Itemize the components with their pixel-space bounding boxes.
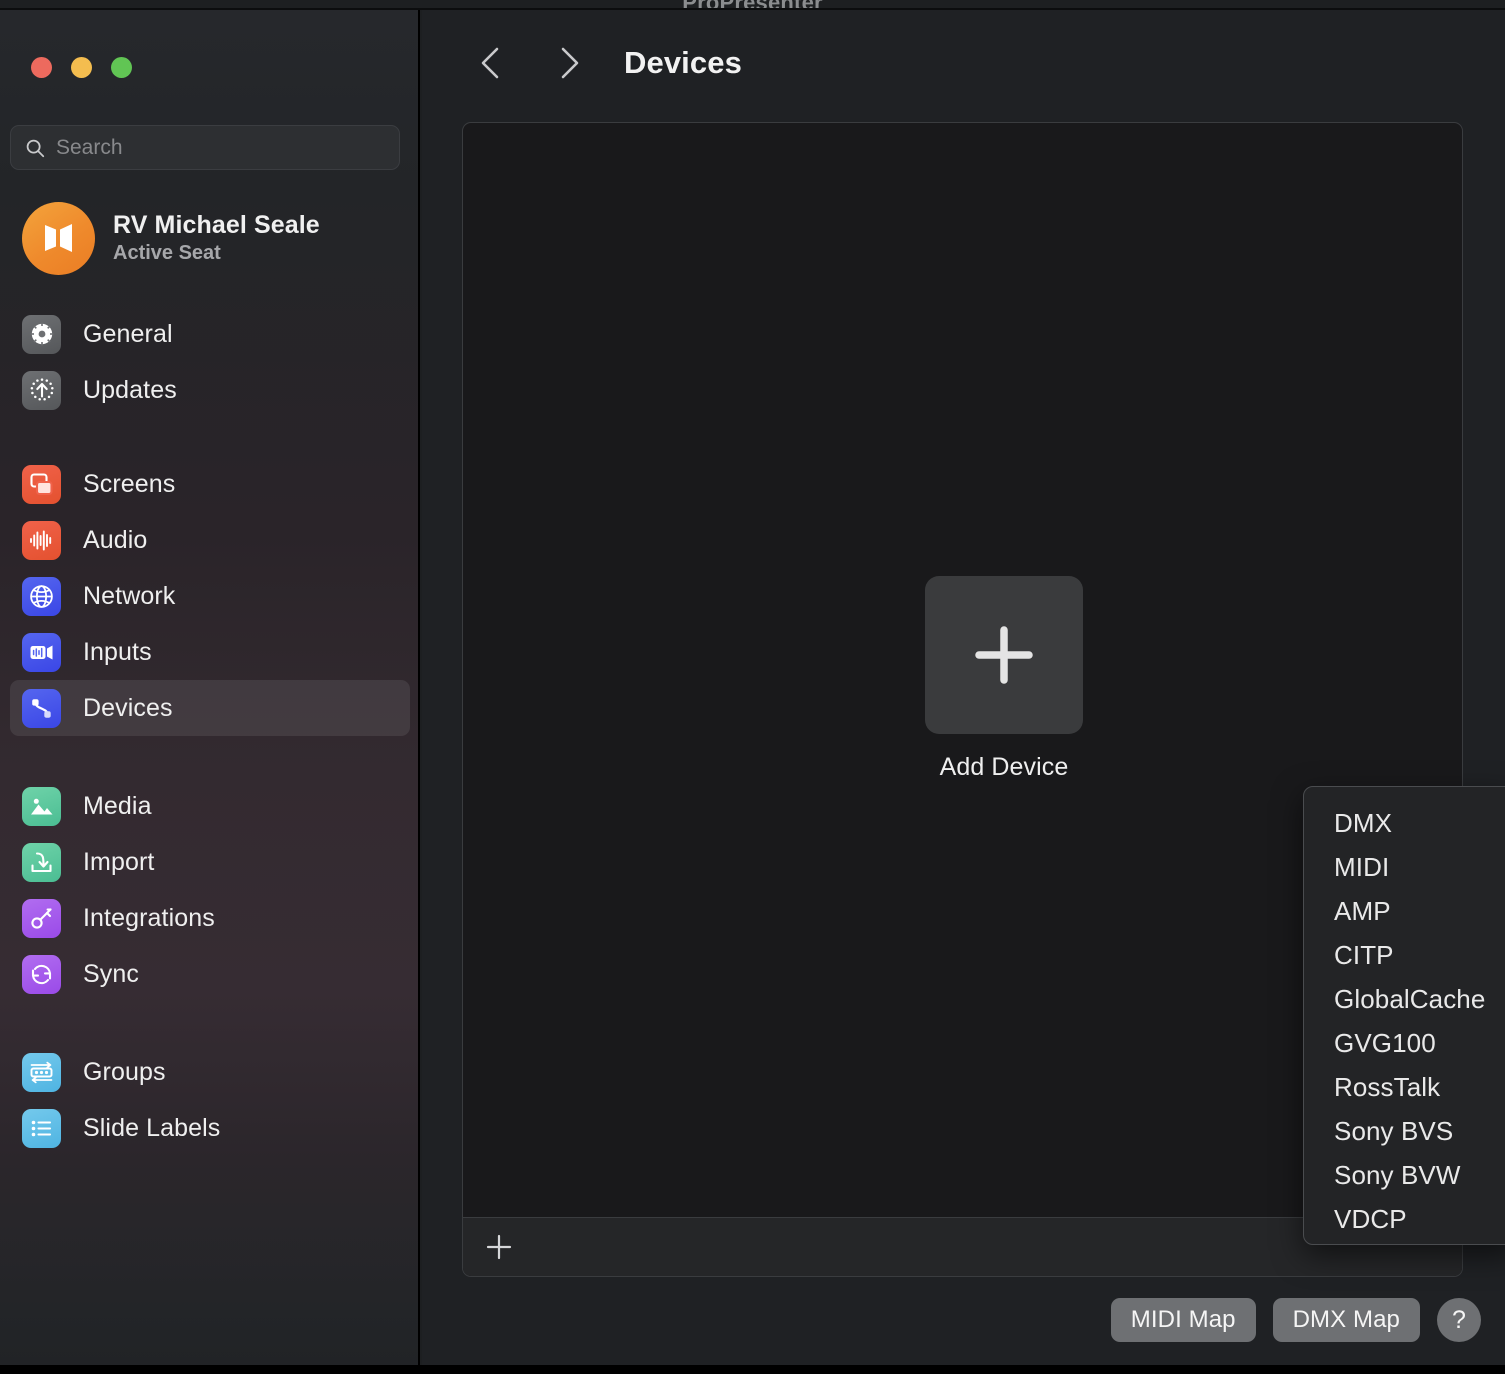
sync-icon	[22, 955, 61, 994]
sidebar-item-label: Screens	[83, 470, 175, 499]
audio-waveform-icon	[22, 521, 61, 560]
dropdown-item-rosstalk[interactable]: RossTalk	[1304, 1065, 1505, 1109]
sidebar: RV Michael Seale Active Seat	[0, 10, 420, 1365]
dropdown-item-dmx[interactable]: DMX	[1304, 801, 1505, 845]
back-button[interactable]	[462, 34, 520, 92]
account-row[interactable]: RV Michael Seale Active Seat	[22, 200, 402, 276]
plus-icon	[967, 618, 1041, 692]
globe-icon	[22, 577, 61, 616]
forward-button[interactable]	[540, 34, 598, 92]
dropdown-item-globalcache[interactable]: GlobalCache	[1304, 977, 1505, 1021]
sidebar-item-audio[interactable]: Audio	[10, 512, 410, 568]
sidebar-item-label: General	[83, 320, 173, 349]
help-button[interactable]: ?	[1437, 1298, 1481, 1342]
avatar	[22, 202, 95, 275]
chevron-left-icon	[476, 44, 506, 82]
window-bottom-edge	[0, 1365, 1505, 1374]
midi-map-button[interactable]: MIDI Map	[1111, 1298, 1256, 1342]
toolbar: Devices	[422, 10, 1505, 115]
sidebar-item-label: Integrations	[83, 904, 215, 933]
account-text: RV Michael Seale Active Seat	[113, 211, 320, 265]
page-title: Devices	[624, 45, 742, 81]
sidebar-item-screens[interactable]: Screens	[10, 456, 410, 512]
sidebar-item-label: Sync	[83, 960, 139, 989]
nav-separator	[0, 736, 420, 778]
device-type-dropdown[interactable]: DMX MIDI AMP CITP GlobalCache GVG100 Ros…	[1303, 786, 1505, 1245]
add-device-tile[interactable]	[925, 576, 1083, 734]
groups-icon	[22, 1053, 61, 1092]
sidebar-item-slide-labels[interactable]: Slide Labels	[10, 1100, 410, 1156]
inputs-icon	[22, 633, 61, 672]
sidebar-item-label: Audio	[83, 526, 147, 555]
sidebar-item-updates[interactable]: Updates	[10, 362, 410, 418]
sidebar-item-label: Slide Labels	[83, 1114, 220, 1143]
add-device-label: Add Device	[924, 753, 1084, 782]
account-name: RV Michael Seale	[113, 211, 320, 240]
sidebar-item-label: Inputs	[83, 638, 152, 667]
sidebar-item-label: Updates	[83, 376, 177, 405]
dropdown-item-amp[interactable]: AMP	[1304, 889, 1505, 933]
nav-separator	[0, 418, 420, 456]
sidebar-item-label: Devices	[83, 694, 173, 723]
dmx-map-button[interactable]: DMX Map	[1273, 1298, 1420, 1342]
dropdown-item-vdcp[interactable]: VDCP	[1304, 1197, 1505, 1241]
key-icon	[22, 899, 61, 938]
sidebar-item-media[interactable]: Media	[10, 778, 410, 834]
sidebar-item-inputs[interactable]: Inputs	[10, 624, 410, 680]
nav-group-hardware: Screens	[0, 456, 420, 736]
search-field[interactable]	[10, 125, 400, 170]
propresenter-logo-icon	[40, 219, 78, 257]
close-button[interactable]	[31, 57, 52, 78]
search-input[interactable]	[56, 136, 386, 160]
dropdown-item-sony-bvs[interactable]: Sony BVS	[1304, 1109, 1505, 1153]
maximize-button[interactable]	[111, 57, 132, 78]
screens-icon	[22, 465, 61, 504]
search-icon	[24, 137, 46, 159]
sidebar-item-label: Groups	[83, 1058, 166, 1087]
devices-node-icon	[22, 689, 61, 728]
nav-group-organization: Groups	[0, 1044, 420, 1156]
nav-group-content: Media Import	[0, 778, 420, 1002]
photo-icon	[22, 787, 61, 826]
chevron-right-icon	[554, 44, 584, 82]
sidebar-item-groups[interactable]: Groups	[10, 1044, 410, 1100]
propresenter-window: ProPresenter RV Michael Seale	[0, 0, 1505, 1374]
gear-icon	[22, 315, 61, 354]
sidebar-item-general[interactable]: General	[10, 306, 410, 362]
traffic-lights	[31, 57, 132, 78]
sidebar-item-network[interactable]: Network	[10, 568, 410, 624]
sidebar-nav: General	[0, 306, 420, 1156]
sidebar-item-sync[interactable]: Sync	[10, 946, 410, 1002]
bottom-bar: MIDI Map DMX Map ?	[1111, 1298, 1481, 1342]
dropdown-item-sony-bvw[interactable]: Sony BVW	[1304, 1153, 1505, 1197]
list-icon	[22, 1109, 61, 1148]
sidebar-item-integrations[interactable]: Integrations	[10, 890, 410, 946]
nav-group-system: General	[0, 306, 420, 418]
sidebar-item-label: Network	[83, 582, 175, 611]
import-icon	[22, 843, 61, 882]
sidebar-item-label: Import	[83, 848, 154, 877]
dropdown-item-gvg100[interactable]: GVG100	[1304, 1021, 1505, 1065]
sidebar-item-label: Media	[83, 792, 152, 821]
sidebar-item-devices[interactable]: Devices	[10, 680, 410, 736]
sidebar-item-import[interactable]: Import	[10, 834, 410, 890]
dropdown-item-citp[interactable]: CITP	[1304, 933, 1505, 977]
plus-icon[interactable]	[485, 1233, 513, 1261]
dropdown-item-midi[interactable]: MIDI	[1304, 845, 1505, 889]
minimize-button[interactable]	[71, 57, 92, 78]
nav-separator	[0, 1002, 420, 1044]
content-area: Devices Add Device	[422, 10, 1505, 1365]
account-status: Active Seat	[113, 242, 320, 265]
update-arrow-icon	[22, 371, 61, 410]
add-device-control[interactable]: Add Device	[924, 576, 1084, 782]
